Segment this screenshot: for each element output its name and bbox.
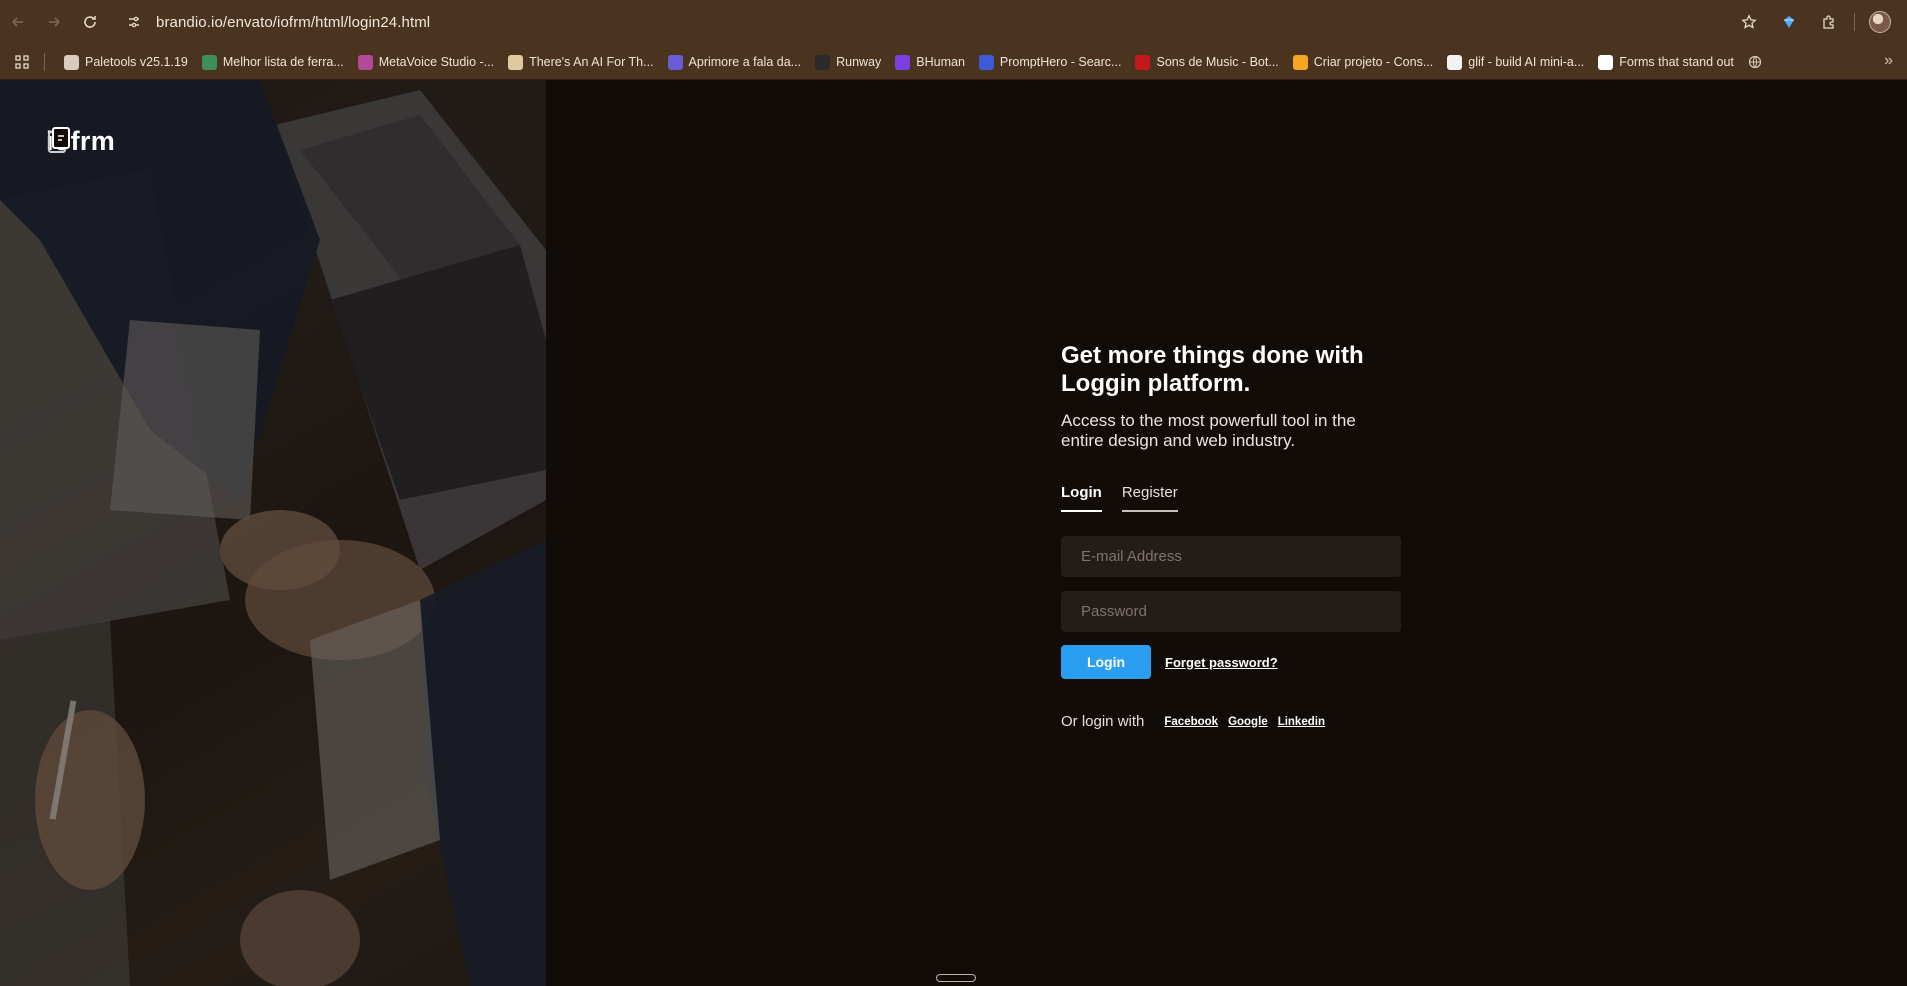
heart-icon	[357, 54, 373, 70]
subline-line-2: entire design and web industry.	[1061, 431, 1296, 450]
bookmark-label: Sons de Music - Bot...	[1156, 55, 1279, 69]
profile-avatar[interactable]	[1863, 5, 1897, 39]
glif-icon	[1447, 54, 1463, 70]
forms-icon	[1598, 54, 1614, 70]
form-actions: Login Forget password?	[1061, 645, 1401, 679]
bookmarks-separator	[44, 53, 45, 71]
forward-button[interactable]	[36, 4, 72, 40]
bookmark-label: There's An AI For Th...	[529, 55, 654, 69]
back-button[interactable]	[0, 4, 36, 40]
bookmark-item[interactable]: glif - build AI mini-a...	[1440, 48, 1591, 76]
bookmark-label: glif - build AI mini-a...	[1468, 55, 1585, 69]
facebook-login-link[interactable]: Facebook	[1164, 716, 1218, 728]
bookmark-item[interactable]: Aprimore a fala da...	[661, 48, 809, 76]
headline-line-1: Get more things done with	[1061, 342, 1364, 369]
bookmark-label: PromptHero - Searc...	[999, 55, 1122, 69]
google-login-link[interactable]: Google	[1228, 716, 1268, 728]
hero-image-panel: iofrm	[0, 80, 546, 986]
headline-line-2: Loggin platform.	[1061, 370, 1251, 397]
globe-icon	[1748, 55, 1763, 70]
social-login-label: Or login with	[1061, 713, 1145, 730]
site-info-icon[interactable]	[120, 15, 148, 29]
apps-grid-icon[interactable]	[10, 50, 34, 74]
toolbar-separator	[1854, 13, 1855, 31]
bookmark-item[interactable]: MetaVoice Studio -...	[351, 48, 501, 76]
runway-icon	[815, 54, 831, 70]
bookmark-label: Criar projeto - Cons...	[1313, 55, 1434, 69]
b-icon	[895, 54, 911, 70]
bookmark-list: Paletools v25.1.19 Melhor lista de ferra.…	[57, 48, 1741, 76]
bookmark-item[interactable]: BHuman	[888, 48, 972, 76]
email-field[interactable]	[1061, 536, 1401, 577]
page-headline: Get more things done with Loggin platfor…	[1061, 342, 1401, 398]
browser-chrome: brandio.io/envato/iofrm/html/login24.htm…	[0, 0, 1907, 80]
tab-login[interactable]: Login	[1061, 484, 1102, 512]
back-arrow-icon	[11, 17, 23, 27]
bookmark-item[interactable]: Melhor lista de ferra...	[195, 48, 351, 76]
logo-mark-icon	[48, 127, 70, 153]
prompthero-icon	[978, 54, 994, 70]
firebase-icon	[1292, 54, 1308, 70]
bookmarks-bar: Paletools v25.1.19 Melhor lista de ferra.…	[0, 44, 1907, 80]
reload-button[interactable]	[72, 4, 108, 40]
forget-password-link[interactable]: Forget password?	[1165, 655, 1278, 670]
bookmark-star-icon[interactable]	[1732, 5, 1766, 39]
subline-line-1: Access to the most powerfull tool in the	[1061, 411, 1356, 430]
bookmark-label: Forms that stand out	[1619, 55, 1734, 69]
login-form-container: Get more things done with Loggin platfor…	[1061, 342, 1401, 730]
browser-toolbar: brandio.io/envato/iofrm/html/login24.htm…	[0, 0, 1907, 44]
bookmark-label: Melhor lista de ferra...	[222, 55, 344, 69]
bookmark-item[interactable]: Criar projeto - Cons...	[1286, 48, 1440, 76]
page-subheadline: Access to the most powerfull tool in the…	[1061, 411, 1401, 451]
reload-icon	[84, 16, 96, 28]
globe-icon	[64, 54, 79, 70]
bookmark-label: Aprimore a fala da...	[688, 55, 802, 69]
url-text: brandio.io/envato/iofrm/html/login24.htm…	[156, 13, 431, 31]
bookmark-label: MetaVoice Studio -...	[378, 55, 495, 69]
leaf-icon	[201, 54, 217, 70]
toolbar-right	[1732, 0, 1907, 44]
music-icon	[1135, 54, 1151, 70]
bookmark-item[interactable]: Runway	[808, 48, 888, 76]
bookmark-label: Paletools v25.1.19	[85, 55, 188, 69]
accessibility-icon	[667, 54, 683, 70]
bookmark-label: Runway	[836, 55, 882, 69]
bookmark-item[interactable]: Paletools v25.1.19	[57, 48, 195, 76]
extensions-puzzle-icon[interactable]	[1812, 5, 1846, 39]
linkedin-login-link[interactable]: Linkedin	[1278, 716, 1325, 728]
address-bar[interactable]: brandio.io/envato/iofrm/html/login24.htm…	[120, 6, 1680, 38]
social-login: Or login with Facebook Google Linkedin	[1061, 713, 1401, 730]
avatar-icon	[1869, 11, 1891, 33]
login-page: iofrm Get more things done with Loggin p…	[0, 80, 1907, 986]
brand-logo[interactable]: iofrm	[46, 126, 115, 157]
bookmark-globe[interactable]	[1741, 48, 1770, 76]
flex-icon	[508, 54, 524, 70]
bookmark-item[interactable]: PromptHero - Searc...	[972, 48, 1129, 76]
password-field[interactable]	[1061, 591, 1401, 632]
handshake-photo-illustration	[0, 80, 546, 986]
forward-arrow-icon	[49, 17, 61, 27]
bookmark-label: BHuman	[916, 55, 965, 69]
login-button[interactable]: Login	[1061, 645, 1151, 679]
bookmark-item[interactable]: Sons de Music - Bot...	[1128, 48, 1285, 76]
scroll-indicator	[936, 974, 976, 982]
tab-register[interactable]: Register	[1121, 484, 1178, 512]
bookmarks-overflow-chevron-icon[interactable]: »	[1884, 52, 1893, 70]
bookmark-item[interactable]: Forms that stand out	[1591, 48, 1741, 76]
diamond-extension-icon[interactable]	[1772, 5, 1806, 39]
bookmark-item[interactable]: There's An AI For Th...	[501, 48, 660, 76]
auth-tabs: Login Register	[1061, 484, 1401, 512]
